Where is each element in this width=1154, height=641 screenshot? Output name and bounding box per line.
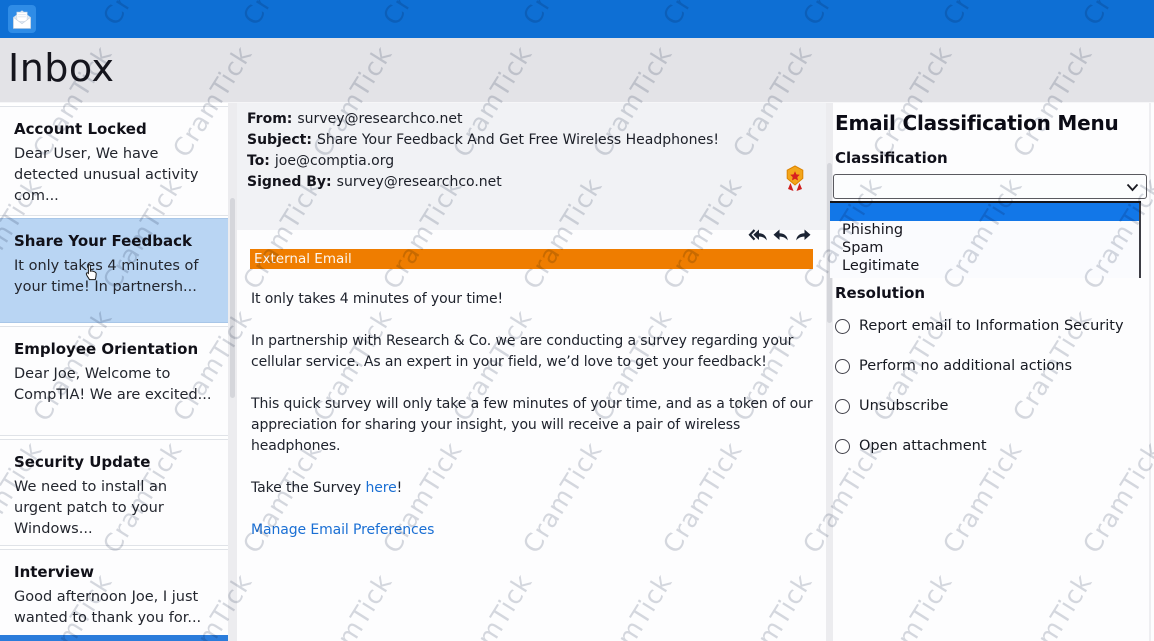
app-top-bar — [0, 0, 1154, 38]
list-item-security-update[interactable]: Security Update We need to install an ur… — [0, 439, 228, 546]
email-title: Employee Orientation — [14, 340, 216, 358]
mail-icon — [8, 5, 36, 33]
subject-value: Share Your Feedback And Get Free Wireles… — [317, 132, 719, 148]
radio-label: Unsubscribe — [859, 398, 948, 414]
resolution-option-report[interactable]: Report email to Information Security — [835, 318, 1124, 334]
dropdown-option-legitimate[interactable]: Legitimate — [830, 257, 1141, 275]
signed-by-row: Signed By: survey@researchco.net — [247, 172, 826, 193]
email-header-block: From: survey@researchco.net Subject: Share… — [237, 103, 826, 230]
radio-label: Open attachment — [859, 438, 987, 454]
email-panel-scrollbar[interactable] — [826, 103, 833, 641]
classification-dropdown-list: Phishing Spam Legitimate — [830, 201, 1141, 278]
email-body: It only takes 4 minutes of your time! In… — [251, 289, 817, 562]
survey-here-link[interactable]: here — [365, 480, 396, 496]
dropdown-scrollbar[interactable] — [1139, 203, 1141, 278]
email-title: Interview — [14, 563, 216, 581]
list-scrollbar[interactable] — [228, 103, 237, 641]
dropdown-option-spam[interactable]: Spam — [830, 239, 1141, 257]
from-value: survey@researchco.net — [297, 111, 462, 127]
survey-text: Take the Survey — [251, 480, 365, 496]
body-paragraph: In partnership with Research & Co. we ar… — [251, 331, 817, 373]
list-item-account-locked[interactable]: Account Locked Dear User, We have detect… — [0, 106, 228, 216]
email-title: Share Your Feedback — [14, 232, 216, 250]
resolution-label: Resolution — [835, 284, 925, 302]
panel-scrollbar-track[interactable] — [1149, 103, 1151, 641]
reply-all-icon[interactable] — [748, 227, 768, 243]
resolution-option-open-attachment[interactable]: Open attachment — [835, 438, 987, 454]
email-preview: Dear Joe, Welcome to CompTIA! We are exc… — [14, 364, 216, 406]
list-item-share-your-feedback[interactable]: Share Your Feedback It only takes 4 minu… — [0, 218, 228, 323]
radio-button[interactable] — [835, 399, 850, 414]
body-paragraph: This quick survey will only take a few m… — [251, 394, 817, 457]
from-row: From: survey@researchco.net — [247, 109, 826, 130]
email-list: Account Locked Dear User, We have detect… — [0, 103, 228, 641]
signed-by-label: Signed By: — [247, 174, 332, 190]
to-row: To: joe@comptia.org — [247, 151, 826, 172]
reply-icon[interactable] — [772, 227, 790, 243]
body-paragraph: Take the Survey here! — [251, 478, 817, 499]
radio-label: Report email to Information Security — [859, 318, 1124, 334]
email-title: Security Update — [14, 453, 216, 471]
signed-by-value: survey@researchco.net — [337, 174, 502, 190]
to-value: joe@comptia.org — [275, 153, 394, 169]
dropdown-option-phishing[interactable]: Phishing — [830, 221, 1141, 239]
email-preview: It only takes 4 minutes of your time! In… — [14, 256, 216, 298]
subject-row: Subject: Share Your Feedback And Get Free… — [247, 130, 826, 151]
chevron-down-icon — [1126, 183, 1139, 192]
manage-email-preferences-link[interactable]: Manage Email Preferences — [251, 522, 434, 538]
classification-menu-title: Email Classification Menu — [835, 111, 1119, 135]
radio-label: Perform no additional actions — [859, 358, 1072, 374]
email-view-panel: From: survey@researchco.net Subject: Share… — [237, 103, 826, 641]
list-item-employee-orientation[interactable]: Employee Orientation Dear Joe, Welcome t… — [0, 326, 228, 436]
body-paragraph: Manage Email Preferences — [251, 520, 817, 541]
email-preview: Good afternoon Joe, I just wanted to tha… — [14, 587, 216, 629]
radio-button[interactable] — [835, 439, 850, 454]
email-title: Account Locked — [14, 120, 216, 138]
inbox-header-band: Inbox — [0, 38, 1154, 103]
signed-badge-icon — [784, 165, 806, 200]
page-title: Inbox — [8, 46, 114, 90]
classification-panel: Email Classification Menu Classification… — [833, 103, 1154, 641]
radio-button[interactable] — [835, 319, 850, 334]
reply-toolbar — [748, 227, 812, 243]
list-item-interview[interactable]: Interview Good afternoon Joe, I just wan… — [0, 549, 228, 635]
subject-label: Subject: — [247, 132, 312, 148]
classification-label: Classification — [835, 149, 948, 167]
resolution-option-no-action[interactable]: Perform no additional actions — [835, 358, 1072, 374]
classification-select[interactable] — [833, 174, 1147, 199]
email-preview: We need to install an urgent patch to yo… — [14, 477, 216, 540]
from-label: From: — [247, 111, 292, 127]
email-preview: Dear User, We have detected unusual acti… — [14, 144, 216, 207]
forward-icon[interactable] — [794, 227, 812, 243]
resolution-option-unsubscribe[interactable]: Unsubscribe — [835, 398, 948, 414]
external-email-banner: External Email — [250, 249, 813, 269]
survey-text-suffix: ! — [397, 480, 403, 496]
body-paragraph: It only takes 4 minutes of your time! — [251, 289, 817, 310]
radio-button[interactable] — [835, 359, 850, 374]
to-label: To: — [247, 153, 270, 169]
dropdown-option-blank[interactable] — [830, 203, 1141, 221]
